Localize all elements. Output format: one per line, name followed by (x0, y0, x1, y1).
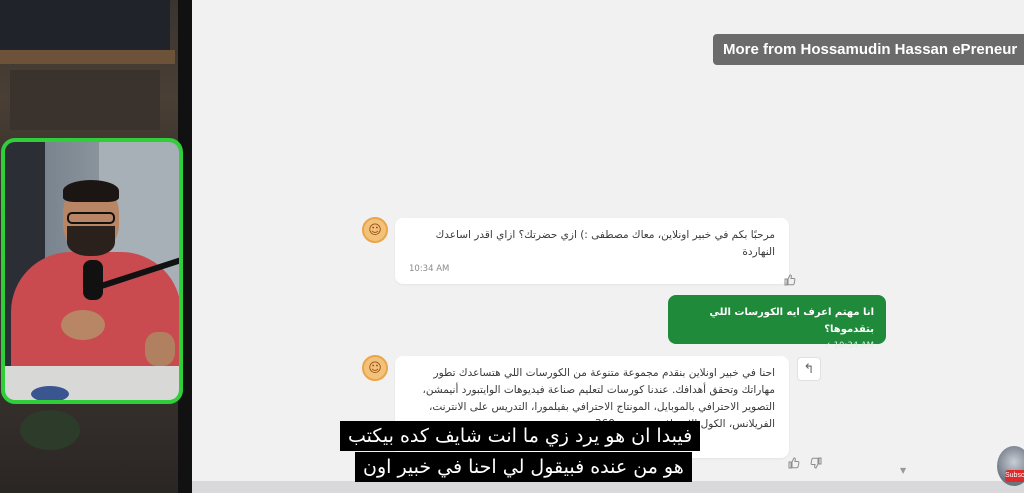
microphone-icon (83, 260, 103, 300)
thumbs-up-icon[interactable] (782, 272, 798, 288)
reply-arrow-icon[interactable]: ↰ (797, 357, 821, 381)
more-videos-pill[interactable]: More from Hossamudin Hassan ePreneur (713, 34, 1024, 65)
presenter-hand (145, 332, 175, 366)
plant (20, 410, 80, 450)
chat-message-bot: مرحبًا بكم في خبير اونلاين، معاك مصطفى :… (395, 218, 789, 284)
message-time: ✓ 10:34 AM (823, 341, 874, 351)
bot-face-icon: ☺ (368, 360, 382, 376)
bot-avatar: ☺ (362, 217, 388, 243)
subscribe-badge[interactable]: Subscribe (1005, 470, 1024, 482)
presenter-hair (63, 180, 119, 202)
shelf-items (10, 70, 160, 130)
shelf-board (0, 50, 175, 64)
subtitle-line-1: فيبدا ان هو يرد زي ما انت شايف كده بيكتب (340, 421, 701, 451)
read-check-icon: ✓ (823, 341, 831, 351)
chevron-down-icon[interactable]: ▼ (900, 466, 910, 476)
mouse-icon (31, 386, 69, 400)
message-text: مرحبًا بكم في خبير اونلاين، معاك مصطفى :… (435, 229, 775, 258)
bot-face-icon: ☺ (368, 222, 382, 238)
thumbs-up-icon[interactable] (786, 455, 802, 471)
presenter-beard (67, 226, 115, 256)
message-text: انا مهتم اعرف ايه الكورسات اللي بتقدموها… (709, 307, 874, 335)
chat-message-user: انا مهتم اعرف ايه الكورسات اللي بتقدموها… (668, 295, 886, 351)
screen-bottom-bar (192, 481, 1024, 493)
presenter-glasses (67, 212, 115, 224)
subtitle-line-2: هو من عنده فبيقول لي احنا في خبير اون (355, 452, 692, 482)
message-time: 10:34 AM (409, 264, 450, 274)
webcam-overlay (1, 138, 183, 404)
presenter-hand (61, 310, 105, 340)
video-frame: More from Hossamudin Hassan ePreneur ☺ م… (0, 0, 1024, 493)
thumbs-down-icon[interactable] (808, 455, 824, 471)
bot-avatar: ☺ (362, 355, 388, 381)
bookshelf-top (0, 0, 170, 50)
